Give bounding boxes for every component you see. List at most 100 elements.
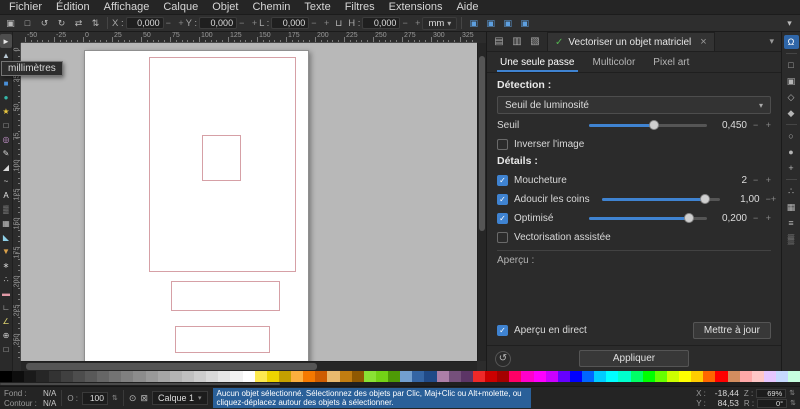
height-decrement[interactable]: − (402, 18, 407, 28)
height-increment[interactable]: + (415, 18, 420, 28)
palette-swatch-10[interactable] (121, 371, 133, 382)
speckles-increment[interactable]: + (766, 175, 771, 185)
palette-swatch-17[interactable] (206, 371, 218, 382)
trace-tab-2[interactable]: Pixel art (644, 52, 698, 72)
trace-bitmap-dock-tab[interactable]: ✓ Vectoriser un objet matriciel × (547, 32, 715, 51)
width-increment[interactable]: + (324, 18, 329, 28)
palette-swatch-13[interactable] (158, 371, 170, 382)
palette-swatch-30[interactable] (364, 371, 376, 382)
palette-swatch-57[interactable] (691, 371, 703, 382)
chevron-down-icon[interactable]: ▾ (769, 36, 777, 47)
menu-item-2[interactable]: Affichage (97, 0, 157, 14)
dock-icon-objects[interactable]: ▥ (509, 34, 525, 50)
x-decrement[interactable]: − (166, 18, 171, 28)
gradient-tool[interactable]: ▒ (0, 202, 12, 216)
menu-item-1[interactable]: Édition (49, 0, 97, 14)
optimize-checkbox[interactable]: ✓ (497, 213, 508, 224)
palette-swatch-38[interactable] (461, 371, 473, 382)
flip-horizontal-icon[interactable]: ⇄ (71, 16, 86, 30)
optimize-decrement[interactable]: − (753, 213, 758, 223)
node-tool[interactable]: ▲ (0, 48, 12, 62)
palette-swatch-35[interactable] (424, 371, 436, 382)
palette-swatch-46[interactable] (558, 371, 570, 382)
flip-vertical-icon[interactable]: ⇅ (88, 16, 103, 30)
speckles-decrement[interactable]: − (753, 175, 758, 185)
dock-icon-swatches[interactable]: ▤ (491, 34, 507, 50)
snap-nodes-icon[interactable]: ◆ (784, 106, 799, 120)
palette-swatch-26[interactable] (315, 371, 327, 382)
deselect-icon[interactable]: □ (20, 16, 35, 30)
palette-swatch-7[interactable] (85, 371, 97, 382)
snap-paths-icon[interactable]: ○ (784, 129, 799, 143)
live-preview-checkbox[interactable]: ✓ (497, 325, 508, 336)
unit-select[interactable]: mm▾ (422, 17, 457, 30)
y-decrement[interactable]: − (239, 18, 244, 28)
box3d-tool[interactable]: □ (0, 118, 12, 132)
layer-lock-icon[interactable]: ⊠ (140, 393, 148, 404)
star-tool[interactable]: ★ (0, 104, 12, 118)
y-field-input[interactable]: 0,000 (199, 17, 237, 29)
palette-swatch-0[interactable] (0, 371, 12, 382)
palette-swatch-58[interactable] (703, 371, 715, 382)
menu-item-8[interactable]: Extensions (382, 0, 450, 14)
palette-swatch-12[interactable] (146, 371, 158, 382)
palette-swatch-31[interactable] (376, 371, 388, 382)
snap-enable-toggle[interactable]: Ω (784, 35, 799, 49)
opacity-input[interactable]: 100 (82, 392, 108, 405)
invert-checkbox[interactable] (497, 139, 508, 150)
rotation-input[interactable]: 0° (757, 399, 787, 408)
palette-swatch-11[interactable] (133, 371, 145, 382)
palette-swatch-37[interactable] (449, 371, 461, 382)
spinner-arrows-icon[interactable]: ⇅ (789, 389, 795, 397)
eraser-tool[interactable]: ▬ (0, 286, 12, 300)
spinner-arrows-icon[interactable]: ⇅ (112, 394, 118, 402)
slider-knob[interactable] (649, 120, 659, 130)
palette-swatch-3[interactable] (36, 371, 48, 382)
menu-item-4[interactable]: Objet (205, 0, 245, 14)
horizontal-scrollbar-thumb[interactable] (26, 363, 318, 370)
canvas-rect-3[interactable] (171, 281, 280, 311)
measure-tool[interactable]: ∠ (0, 314, 12, 328)
rotate-ccw-icon[interactable]: ↺ (37, 16, 52, 30)
spiral-tool[interactable]: ◎ (0, 132, 12, 146)
palette-swatch-32[interactable] (388, 371, 400, 382)
x-increment[interactable]: + (178, 18, 183, 28)
selector-tool[interactable]: ► (0, 34, 12, 48)
palette-swatch-56[interactable] (679, 371, 691, 382)
palette-swatch-62[interactable] (752, 371, 764, 382)
zoom-tool[interactable]: ⊕ (0, 328, 12, 342)
spinner-arrows-icon[interactable]: ⇅ (790, 399, 796, 407)
mesh-gradient-tool[interactable]: ▦ (0, 216, 12, 230)
palette-swatch-34[interactable] (412, 371, 424, 382)
vertical-scrollbar-thumb[interactable] (479, 56, 485, 231)
palette-swatch-60[interactable] (728, 371, 740, 382)
fill-value[interactable]: N/A (43, 389, 56, 398)
width-field-input[interactable]: 0,000 (271, 17, 309, 29)
color-picker-tool[interactable]: ◣ (0, 230, 12, 244)
palette-swatch-47[interactable] (570, 371, 582, 382)
palette-swatch-23[interactable] (279, 371, 291, 382)
vertical-ruler[interactable]: 0255075100125150175200225250 (13, 43, 21, 361)
smooth-corners-checkbox[interactable]: ✓ (497, 194, 508, 205)
scale-pattern-toggle[interactable]: ▣ (517, 16, 532, 30)
scale-stroke-toggle[interactable]: ▣ (466, 16, 481, 30)
snap-cusp-nodes-icon[interactable]: ● (784, 145, 799, 159)
toolbar-overflow-icon[interactable]: ▾ (782, 16, 797, 30)
palette-swatch-65[interactable] (788, 371, 800, 382)
optimize-slider[interactable] (589, 212, 707, 224)
palette-swatch-28[interactable] (340, 371, 352, 382)
palette-swatch-21[interactable] (255, 371, 267, 382)
palette-swatch-42[interactable] (509, 371, 521, 382)
select-all-icon[interactable]: ▣ (3, 16, 18, 30)
palette-swatch-50[interactable] (606, 371, 618, 382)
optimize-increment[interactable]: + (766, 213, 771, 223)
speckles-checkbox[interactable]: ✓ (497, 175, 508, 186)
palette-swatch-19[interactable] (230, 371, 242, 382)
trace-tab-1[interactable]: Multicolor (584, 52, 645, 72)
pen-tool[interactable]: ◢ (0, 160, 12, 174)
calligraphy-tool[interactable]: ~ (0, 174, 12, 188)
canvas-viewport[interactable] (21, 43, 477, 361)
width-decrement[interactable]: − (311, 18, 316, 28)
dock-icon-layers[interactable]: ▧ (527, 34, 543, 50)
threshold-decrement[interactable]: − (753, 120, 758, 130)
